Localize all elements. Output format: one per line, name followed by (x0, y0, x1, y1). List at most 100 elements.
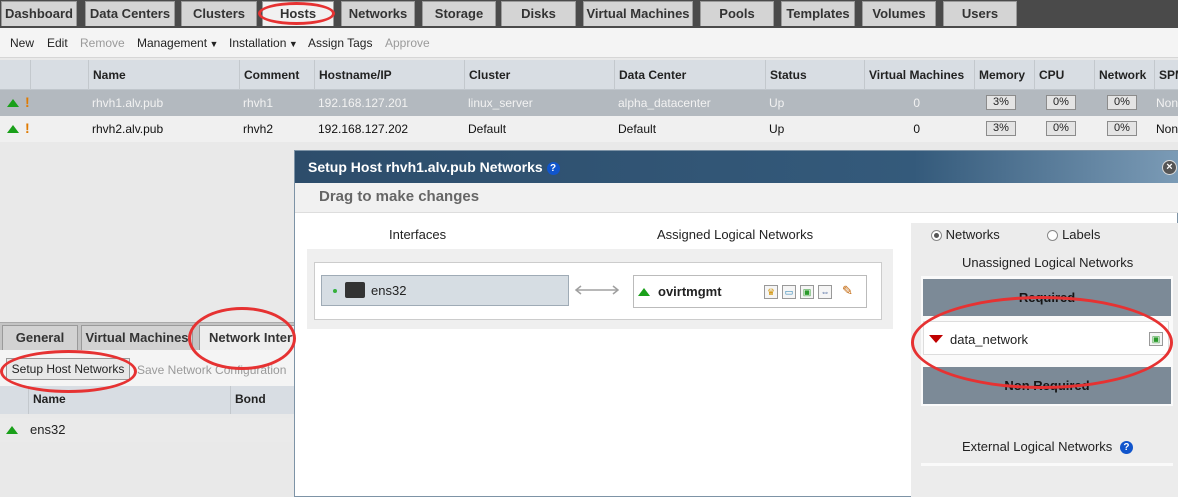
assigned-network-card[interactable]: ovirtmgmt ♛ ▭ ▣ ⇔ ✎ (633, 275, 867, 308)
dialog-title: Setup Host rhvh1.alv.pub Networks (308, 159, 543, 175)
col-cluster[interactable]: Cluster (464, 60, 614, 90)
col-status-icons (30, 60, 88, 90)
host-spm: None (1156, 96, 1178, 110)
warning-icon: ! (25, 94, 30, 110)
tab-network-interfaces[interactable]: Network Interfaces (199, 325, 295, 351)
migration-icon: ⇔ (818, 285, 832, 299)
col-network[interactable]: Network (1094, 60, 1154, 90)
tab-templates[interactable]: Templates (781, 1, 855, 26)
networks-radio-label: Networks (945, 227, 1000, 242)
management-menu[interactable]: Management ▼ (137, 36, 218, 50)
col-name[interactable]: Name (88, 60, 239, 90)
caret-down-icon: ▼ (286, 39, 298, 49)
external-networks-header: External Logical Networks ? (962, 439, 1133, 455)
network-down-icon (929, 335, 943, 343)
host-datacenter: alpha_datacenter (618, 96, 711, 110)
tab-users[interactable]: Users (943, 1, 1017, 26)
radio-on-icon (931, 230, 942, 242)
interface-label: ens32 (371, 283, 407, 298)
detail-tab-bar: General Virtual Machines Network Interfa… (0, 322, 295, 351)
tab-general[interactable]: General (2, 325, 78, 351)
networks-radio[interactable]: Networks (931, 227, 1000, 242)
network-meter: 0% (1107, 121, 1137, 136)
host-spm: None (1156, 122, 1178, 136)
installation-label: Installation (229, 36, 287, 50)
col-memory[interactable]: Memory (974, 60, 1034, 90)
tab-hosts[interactable]: Hosts (262, 1, 334, 26)
display-icon: ▭ (782, 285, 796, 299)
approve-button[interactable]: Approve (385, 36, 430, 50)
tab-data-centers[interactable]: Data Centers (85, 1, 175, 26)
host-name: rhvh2.alv.pub (92, 122, 164, 136)
host-vm-count: 0 (913, 96, 920, 110)
col-vms[interactable]: Virtual Machines (864, 60, 974, 90)
remove-button[interactable]: Remove (80, 36, 125, 50)
cpu-meter: 0% (1046, 121, 1076, 136)
tab-storage[interactable]: Storage (422, 1, 496, 26)
tab-virtual-machines[interactable]: Virtual Machines (583, 1, 693, 26)
status-up-icon (7, 99, 19, 107)
tab-detail-virtual-machines[interactable]: Virtual Machines (81, 325, 193, 351)
installation-menu[interactable]: Installation ▼ (229, 36, 298, 50)
col-datacenter[interactable]: Data Center (614, 60, 765, 90)
cpu-meter: 0% (1046, 95, 1076, 110)
help-icon[interactable]: ? (1119, 441, 1133, 455)
vm-icon: ▣ (1149, 332, 1163, 346)
col-comment[interactable]: Comment (239, 60, 314, 90)
tab-pools[interactable]: Pools (700, 1, 774, 26)
tab-volumes[interactable]: Volumes (862, 1, 936, 26)
tab-dashboard[interactable]: Dashboard (1, 1, 77, 26)
close-icon[interactable]: × (1162, 160, 1177, 175)
help-icon[interactable]: ? (546, 161, 560, 175)
tab-networks[interactable]: Networks (341, 1, 415, 26)
detail-action-bar: Setup Host Networks Save Network Configu… (0, 350, 295, 386)
main-tab-bar: Dashboard Data Centers Clusters Hosts Ne… (0, 0, 1178, 28)
labels-radio[interactable]: Labels (1047, 227, 1100, 242)
hosts-action-bar: New Edit Remove Management ▼ Installatio… (0, 28, 1178, 58)
radio-group: Networks Labels (931, 227, 1100, 242)
assigned-networks-header: Assigned Logical Networks (657, 227, 814, 242)
table-row[interactable]: ! rhvh1.alv.pub rhvh1 192.168.127.201 li… (0, 90, 1178, 116)
network-up-icon (638, 288, 650, 296)
setup-host-networks-button[interactable]: Setup Host Networks (6, 358, 130, 380)
col-iface-name[interactable]: Name (28, 386, 230, 414)
dialog-title-bar[interactable]: Setup Host rhvh1.alv.pub Networks ? × (295, 151, 1178, 183)
new-button[interactable]: New (10, 36, 34, 50)
host-comment: rhvh2 (243, 122, 274, 136)
host-ip: 192.168.127.202 (318, 122, 409, 136)
labels-radio-label: Labels (1062, 227, 1101, 242)
save-network-configuration-button[interactable]: Save Network Configuration (137, 363, 286, 377)
unassigned-network-card[interactable]: data_network ▣ (923, 321, 1169, 355)
crown-icon: ♛ (764, 285, 778, 299)
edit-button[interactable]: Edit (47, 36, 68, 50)
host-status: Up (769, 96, 785, 110)
interface-name: ens32 (30, 422, 66, 437)
external-networks-label: External Logical Networks (962, 439, 1113, 454)
required-section: Required (923, 279, 1171, 316)
caret-down-icon: ▼ (207, 39, 219, 49)
status-up-icon (6, 426, 18, 434)
tab-disks[interactable]: Disks (501, 1, 576, 26)
interfaces-table-header: Name Bond (0, 386, 295, 414)
col-cpu[interactable]: CPU (1034, 60, 1094, 90)
assign-tags-button[interactable]: Assign Tags (308, 36, 372, 50)
host-status: Up (769, 122, 785, 136)
col-status[interactable]: Status (765, 60, 864, 90)
ethernet-port-icon (345, 282, 365, 298)
table-row[interactable]: ! rhvh2.alv.pub rhvh2 192.168.127.202 De… (0, 116, 1178, 142)
radio-off-icon (1047, 230, 1059, 242)
col-spm[interactable]: SPM (1154, 60, 1178, 90)
interface-card[interactable]: ens32 (321, 275, 569, 306)
col-hostname[interactable]: Hostname/IP (314, 60, 464, 90)
interfaces-header: Interfaces (389, 227, 447, 242)
edit-pencil-icon[interactable]: ✎ (842, 283, 853, 299)
hosts-table-header: Name Comment Hostname/IP Cluster Data Ce… (0, 60, 1178, 90)
app-root: Dashboard Data Centers Clusters Hosts Ne… (0, 0, 1178, 497)
warning-icon: ! (25, 120, 30, 136)
network-meter: 0% (1107, 95, 1137, 110)
col-bond[interactable]: Bond (230, 386, 295, 414)
table-row[interactable]: ens32 (0, 418, 295, 442)
tab-clusters[interactable]: Clusters (181, 1, 257, 26)
memory-meter: 3% (986, 95, 1016, 110)
host-datacenter: Default (618, 122, 657, 136)
